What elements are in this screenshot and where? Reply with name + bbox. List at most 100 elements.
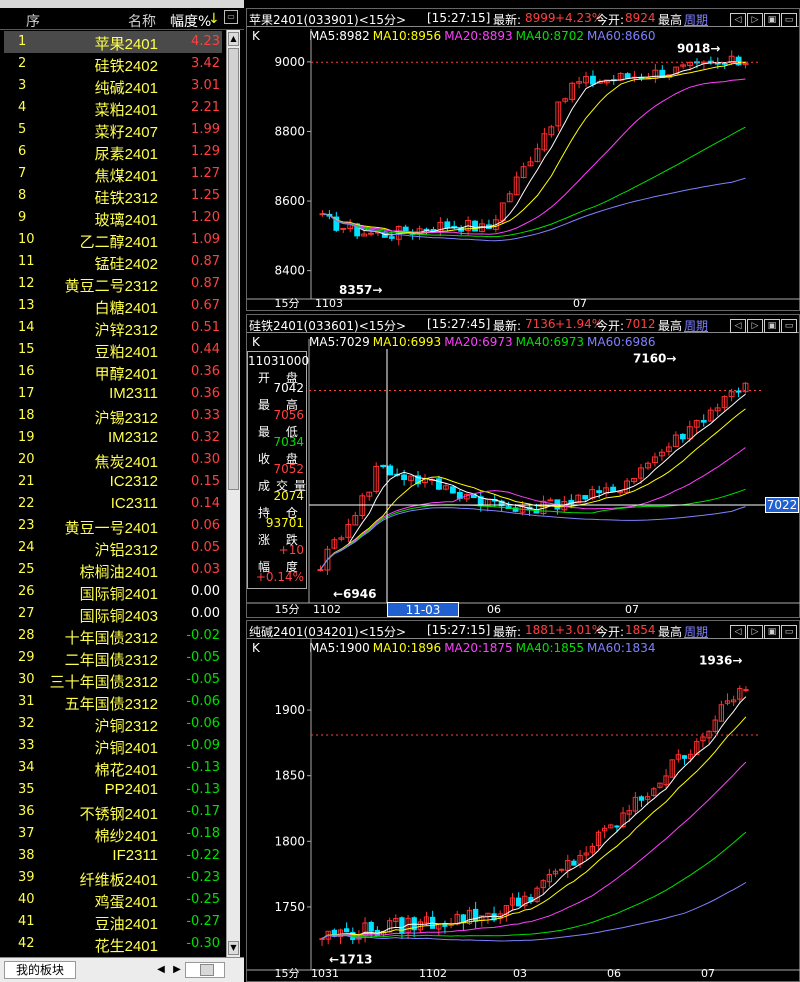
ranking-row[interactable]: 17 IM2311 0.36 — [4, 383, 222, 405]
triangle-left-icon[interactable]: ◀ — [154, 961, 168, 979]
ranking-row[interactable]: 38 IF2311 -0.22 — [4, 845, 222, 867]
row-number: 27 — [18, 606, 35, 621]
row-change-pct: 0.44 — [191, 342, 220, 357]
y-tick-label: 1750 — [274, 900, 305, 914]
window-restore-icon[interactable]: ▭ — [224, 10, 238, 24]
candle-bear — [387, 465, 394, 476]
ranking-row[interactable]: 36 不锈钢2401 -0.17 — [4, 801, 222, 823]
ranking-row[interactable]: 9 玻璃2401 1.20 — [4, 207, 222, 229]
x-tick-label: 1102 — [313, 603, 341, 616]
ranking-row[interactable]: 12 黄豆二号2312 0.87 — [4, 273, 222, 295]
ranking-row[interactable]: 4 菜粕2401 2.21 — [4, 97, 222, 119]
row-number: 5 — [18, 122, 27, 137]
ma-line — [321, 831, 747, 940]
scroll-up-icon[interactable]: ▲ — [228, 32, 239, 46]
candle-bear — [638, 796, 645, 801]
contract-ranking-panel: 序 名称 幅度% ↓ ▭ 1 苹果2401 4.23 2 硅铁2402 3.42 3 纯碱24… — [0, 0, 244, 982]
ranking-row[interactable]: 31 五年国债2312 -0.06 — [4, 691, 222, 713]
ranking-row[interactable]: 13 白糖2401 0.67 — [4, 295, 222, 317]
candle-bear — [399, 917, 405, 934]
x-tick-label: 07 — [573, 297, 587, 310]
ranking-row[interactable]: 16 甲醇2401 0.36 — [4, 361, 222, 383]
ranking-row[interactable]: 25 棕榈油2401 0.03 — [4, 559, 222, 581]
x-tick-label: 15分 — [275, 967, 300, 980]
ranking-row[interactable]: 27 国际铜2403 0.00 — [4, 603, 222, 625]
ranking-row[interactable]: 7 焦煤2401 1.27 — [4, 163, 222, 185]
candlestick-chart[interactable]: 15分 1102 06 07 7160→ ←6946 — [247, 315, 800, 619]
ranking-row[interactable]: 10 乙二醇2401 1.09 — [4, 229, 222, 251]
bar-info-box: 11031000 开 盘 7042 最 高 7056 最 低 7034 收 盘 7052 成交量 2… — [247, 351, 309, 589]
vertical-scrollbar[interactable]: ▲ ▼ — [226, 30, 240, 957]
ranking-row[interactable]: 18 沪锡2312 0.33 — [4, 405, 222, 427]
ranking-footer: 我的板块 ◀ ▶ — [0, 957, 244, 982]
ranking-row[interactable]: 8 硅铁2312 1.25 — [4, 185, 222, 207]
ranking-row[interactable]: 30 三十年国债2312 -0.05 — [4, 669, 222, 691]
row-contract-name: 沪锡2312 — [94, 410, 158, 427]
row-number: 17 — [18, 386, 35, 401]
candle-bull — [558, 868, 565, 871]
ranking-row[interactable]: 24 沪铝2312 0.05 — [4, 537, 222, 559]
row-contract-name: 国际铜2401 — [79, 586, 158, 603]
arrow-down-icon: ↓ — [208, 11, 220, 27]
ranking-row[interactable]: 39 纤维板2401 -0.23 — [4, 867, 222, 889]
chart-panel-ferrosilicon[interactable]: 硅铁2401(033601)<15分> [15:27:45] 最新: 7136 +1.9… — [246, 314, 800, 632]
ranking-row[interactable]: 32 沪铜2312 -0.06 — [4, 713, 222, 735]
ranking-row[interactable]: 1 苹果2401 4.23 — [4, 31, 222, 53]
ranking-row[interactable]: 40 鸡蛋2401 -0.25 — [4, 889, 222, 911]
ranking-row[interactable]: 3 纯碱2401 3.01 — [4, 75, 222, 97]
y-tick-label: 8600 — [274, 194, 305, 208]
ranking-row[interactable]: 37 棉纱2401 -0.18 — [4, 823, 222, 845]
ranking-row[interactable]: 15 豆粕2401 0.44 — [4, 339, 222, 361]
ranking-row[interactable]: 2 硅铁2402 3.42 — [4, 53, 222, 75]
scroll-thumb[interactable] — [228, 48, 239, 490]
candlestick-chart[interactable]: 9000 8800 8600 8400 15分 1103 07 9018→ 8357→ — [247, 9, 800, 312]
ranking-row[interactable]: 21 IC2312 0.15 — [4, 471, 222, 493]
candle-bear — [368, 921, 374, 932]
candle-bear — [610, 486, 617, 493]
row-number: 21 — [18, 474, 35, 489]
ranking-row[interactable]: 35 PP2401 -0.13 — [4, 779, 222, 801]
ranking-row[interactable]: 19 IM2312 0.32 — [4, 427, 222, 449]
horizontal-scrollbar[interactable] — [185, 962, 225, 978]
ranking-row[interactable]: 41 豆油2401 -0.27 — [4, 911, 222, 933]
row-contract-name: 乙二醇2401 — [79, 234, 158, 251]
row-contract-name: PP2401 — [104, 781, 158, 798]
ranking-row[interactable]: 34 棉花2401 -0.13 — [4, 757, 222, 779]
row-change-pct: -0.05 — [186, 650, 220, 665]
my-sector-tab[interactable]: 我的板块 — [4, 961, 76, 979]
triangle-right-icon[interactable]: ▶ — [170, 961, 184, 979]
row-contract-name: IC2311 — [110, 495, 158, 512]
header-no[interactable]: 序 — [26, 11, 40, 31]
row-contract-name: 白糖2401 — [94, 300, 158, 317]
ranking-row[interactable]: 23 黄豆一号2401 0.06 — [4, 515, 222, 537]
row-change-pct: 1.09 — [191, 232, 220, 247]
candlestick-chart[interactable]: 1900 1850 1800 1750 15分 1031 1102 03 06 07 1936→ ←1… — [247, 621, 800, 982]
ranking-row[interactable]: 20 焦炭2401 0.30 — [4, 449, 222, 471]
ranking-row[interactable]: 6 尿素2401 1.29 — [4, 141, 222, 163]
row-change-pct: 3.42 — [191, 56, 220, 71]
ranking-row[interactable]: 11 锰硅2402 0.87 — [4, 251, 222, 273]
ranking-row[interactable]: 22 IC2311 0.14 — [4, 493, 222, 515]
row-number: 33 — [18, 738, 35, 753]
scroll-down-icon[interactable]: ▼ — [228, 941, 239, 955]
header-name[interactable]: 名称 — [128, 11, 156, 31]
chart-panel-soda-ash[interactable]: 纯碱2401(034201)<15分> [15:27:15] 最新: 1881 +3.0… — [246, 620, 800, 982]
ma-line — [322, 126, 746, 238]
candle-bear — [590, 75, 596, 85]
ma-line — [321, 716, 747, 940]
header-pct[interactable]: 幅度% — [170, 11, 211, 31]
ranking-row[interactable]: 14 沪锌2312 0.51 — [4, 317, 222, 339]
ma-line — [322, 78, 746, 235]
y-tick-label: 1800 — [274, 834, 305, 848]
candle-bear — [435, 478, 442, 490]
ranking-row[interactable]: 26 国际铜2401 0.00 — [4, 581, 222, 603]
ranking-row[interactable]: 28 十年国债2312 -0.02 — [4, 625, 222, 647]
ma-line — [320, 408, 746, 570]
row-number: 37 — [18, 826, 35, 841]
ranking-row[interactable]: 33 沪铜2401 -0.09 — [4, 735, 222, 757]
ranking-row[interactable]: 42 花生2401 -0.30 — [4, 933, 222, 955]
chart-panel-apple[interactable]: 苹果2401(033901)<15分> [15:27:15] 最新: 8999 +4.2… — [246, 8, 800, 311]
ranking-row[interactable]: 29 二年国债2312 -0.05 — [4, 647, 222, 669]
ranking-row[interactable]: 5 菜籽2407 1.99 — [4, 119, 222, 141]
horizontal-scroll-thumb[interactable] — [200, 964, 214, 976]
